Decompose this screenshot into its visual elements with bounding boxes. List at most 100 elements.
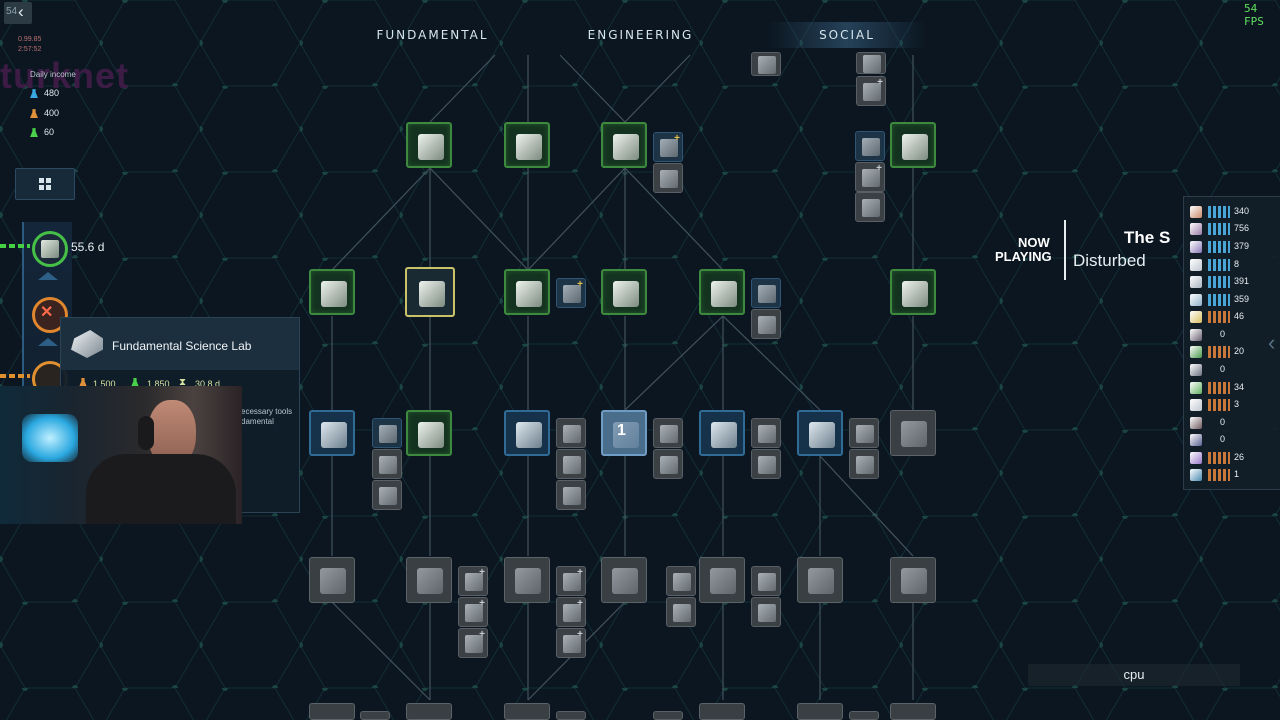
resource-icon bbox=[1190, 434, 1202, 446]
tech-subnode[interactable] bbox=[751, 449, 781, 479]
resource-row: 3 bbox=[1190, 398, 1280, 412]
tech-subnode[interactable] bbox=[856, 52, 886, 74]
tech-subnode[interactable] bbox=[751, 309, 781, 339]
tech-subnode[interactable] bbox=[751, 597, 781, 627]
tech-node[interactable] bbox=[890, 269, 936, 315]
tech-subnode[interactable] bbox=[849, 711, 879, 720]
tech-subnode[interactable] bbox=[855, 192, 885, 222]
tech-subnode[interactable]: + bbox=[458, 597, 488, 627]
tech-icon bbox=[758, 573, 776, 591]
tech-node[interactable] bbox=[504, 410, 550, 456]
tech-node-locked[interactable] bbox=[504, 557, 550, 603]
tech-subnode[interactable]: + bbox=[458, 628, 488, 658]
tech-subnode[interactable] bbox=[556, 711, 586, 720]
tech-node[interactable] bbox=[601, 269, 647, 315]
grid-icon bbox=[39, 178, 51, 190]
progress-line bbox=[0, 244, 30, 248]
tech-subnode[interactable] bbox=[751, 52, 781, 76]
tech-node[interactable] bbox=[406, 410, 452, 456]
resource-row: 0 bbox=[1190, 328, 1280, 342]
tech-node[interactable] bbox=[699, 269, 745, 315]
tech-subnode[interactable]: + bbox=[458, 566, 488, 596]
tech-node-locked[interactable] bbox=[699, 703, 745, 720]
tech-node-locked[interactable] bbox=[406, 557, 452, 603]
queued-research-item[interactable] bbox=[32, 231, 68, 267]
chevron-up-icon[interactable] bbox=[38, 272, 58, 280]
tech-node[interactable] bbox=[309, 269, 355, 315]
back-button[interactable]: 54 ‹ bbox=[4, 2, 32, 24]
tech-subnode[interactable] bbox=[653, 418, 683, 448]
tech-subnode[interactable] bbox=[360, 711, 390, 720]
plus-icon: + bbox=[479, 629, 485, 640]
tech-subnode[interactable] bbox=[372, 418, 402, 448]
tech-node[interactable] bbox=[890, 122, 936, 168]
tech-node-locked[interactable] bbox=[406, 703, 452, 720]
tech-subnode[interactable] bbox=[751, 418, 781, 448]
tech-icon bbox=[379, 487, 397, 505]
tech-subnode[interactable]: + bbox=[556, 566, 586, 596]
now-playing-label: PLAYING bbox=[995, 249, 1052, 264]
tech-icon bbox=[862, 138, 880, 156]
resource-row: 756 bbox=[1190, 222, 1280, 236]
tab-fundamental[interactable]: FUNDAMENTAL bbox=[355, 22, 510, 48]
resource-row: 359 bbox=[1190, 293, 1280, 307]
tech-subnode[interactable] bbox=[666, 566, 696, 596]
tech-node-locked[interactable] bbox=[797, 557, 843, 603]
tech-subnode[interactable] bbox=[849, 418, 879, 448]
tech-subnode[interactable] bbox=[653, 711, 683, 720]
resource-row: 0 bbox=[1190, 433, 1280, 447]
tech-subnode[interactable]: + bbox=[855, 162, 885, 192]
tech-subnode[interactable] bbox=[751, 566, 781, 596]
tech-icon bbox=[710, 568, 736, 594]
tech-node-locked[interactable] bbox=[309, 557, 355, 603]
plus-icon: + bbox=[479, 598, 485, 609]
tech-node-locked[interactable] bbox=[601, 557, 647, 603]
grid-view-button[interactable] bbox=[15, 168, 75, 200]
chevron-up-icon[interactable] bbox=[38, 338, 58, 346]
tech-node-locked[interactable] bbox=[890, 703, 936, 720]
tech-node[interactable] bbox=[699, 410, 745, 456]
tech-subnode[interactable] bbox=[372, 480, 402, 510]
tab-social[interactable]: SOCIAL bbox=[768, 22, 926, 48]
tech-subnode[interactable]: + bbox=[556, 278, 586, 308]
tech-subnode[interactable]: + bbox=[653, 132, 683, 162]
cpu-label: cpu bbox=[1028, 664, 1240, 686]
panel-collapse-handle[interactable]: ‹ bbox=[1268, 330, 1275, 356]
tech-subnode[interactable] bbox=[666, 597, 696, 627]
tech-node-locked[interactable] bbox=[797, 703, 843, 720]
tech-subnode[interactable] bbox=[849, 449, 879, 479]
tech-node[interactable] bbox=[406, 122, 452, 168]
tech-node[interactable] bbox=[601, 122, 647, 168]
tech-subnode[interactable]: + bbox=[856, 76, 886, 106]
resource-icon bbox=[1190, 294, 1202, 306]
tech-node[interactable] bbox=[309, 410, 355, 456]
tech-node-locked[interactable] bbox=[890, 410, 936, 456]
tech-subnode[interactable] bbox=[653, 163, 683, 193]
tech-node-selected[interactable] bbox=[405, 267, 455, 317]
tech-subnode[interactable] bbox=[751, 278, 781, 308]
tech-node-queued[interactable]: 1 bbox=[601, 410, 647, 456]
divider bbox=[1064, 220, 1066, 280]
headphones bbox=[138, 416, 154, 450]
resource-row: 0 bbox=[1190, 363, 1280, 377]
tech-subnode[interactable]: + bbox=[556, 597, 586, 627]
tech-subnode[interactable] bbox=[372, 449, 402, 479]
tech-subnode[interactable]: + bbox=[556, 628, 586, 658]
tech-node-locked[interactable] bbox=[699, 557, 745, 603]
tech-node-locked[interactable] bbox=[890, 557, 936, 603]
tech-node-locked[interactable] bbox=[309, 703, 355, 720]
resource-icon bbox=[1190, 206, 1202, 218]
tech-node[interactable] bbox=[504, 122, 550, 168]
tech-node[interactable] bbox=[504, 269, 550, 315]
tech-icon bbox=[856, 456, 874, 474]
tech-subnode[interactable] bbox=[556, 418, 586, 448]
tech-subnode[interactable] bbox=[653, 449, 683, 479]
tab-engineering[interactable]: ENGINEERING bbox=[563, 22, 718, 48]
tech-icon bbox=[862, 199, 880, 217]
tech-subnode[interactable] bbox=[556, 480, 586, 510]
tech-node[interactable] bbox=[797, 410, 843, 456]
tech-subnode[interactable] bbox=[855, 131, 885, 161]
tech-subnode[interactable] bbox=[556, 449, 586, 479]
tech-node-locked[interactable] bbox=[504, 703, 550, 720]
resource-value: 20 bbox=[1234, 346, 1245, 356]
